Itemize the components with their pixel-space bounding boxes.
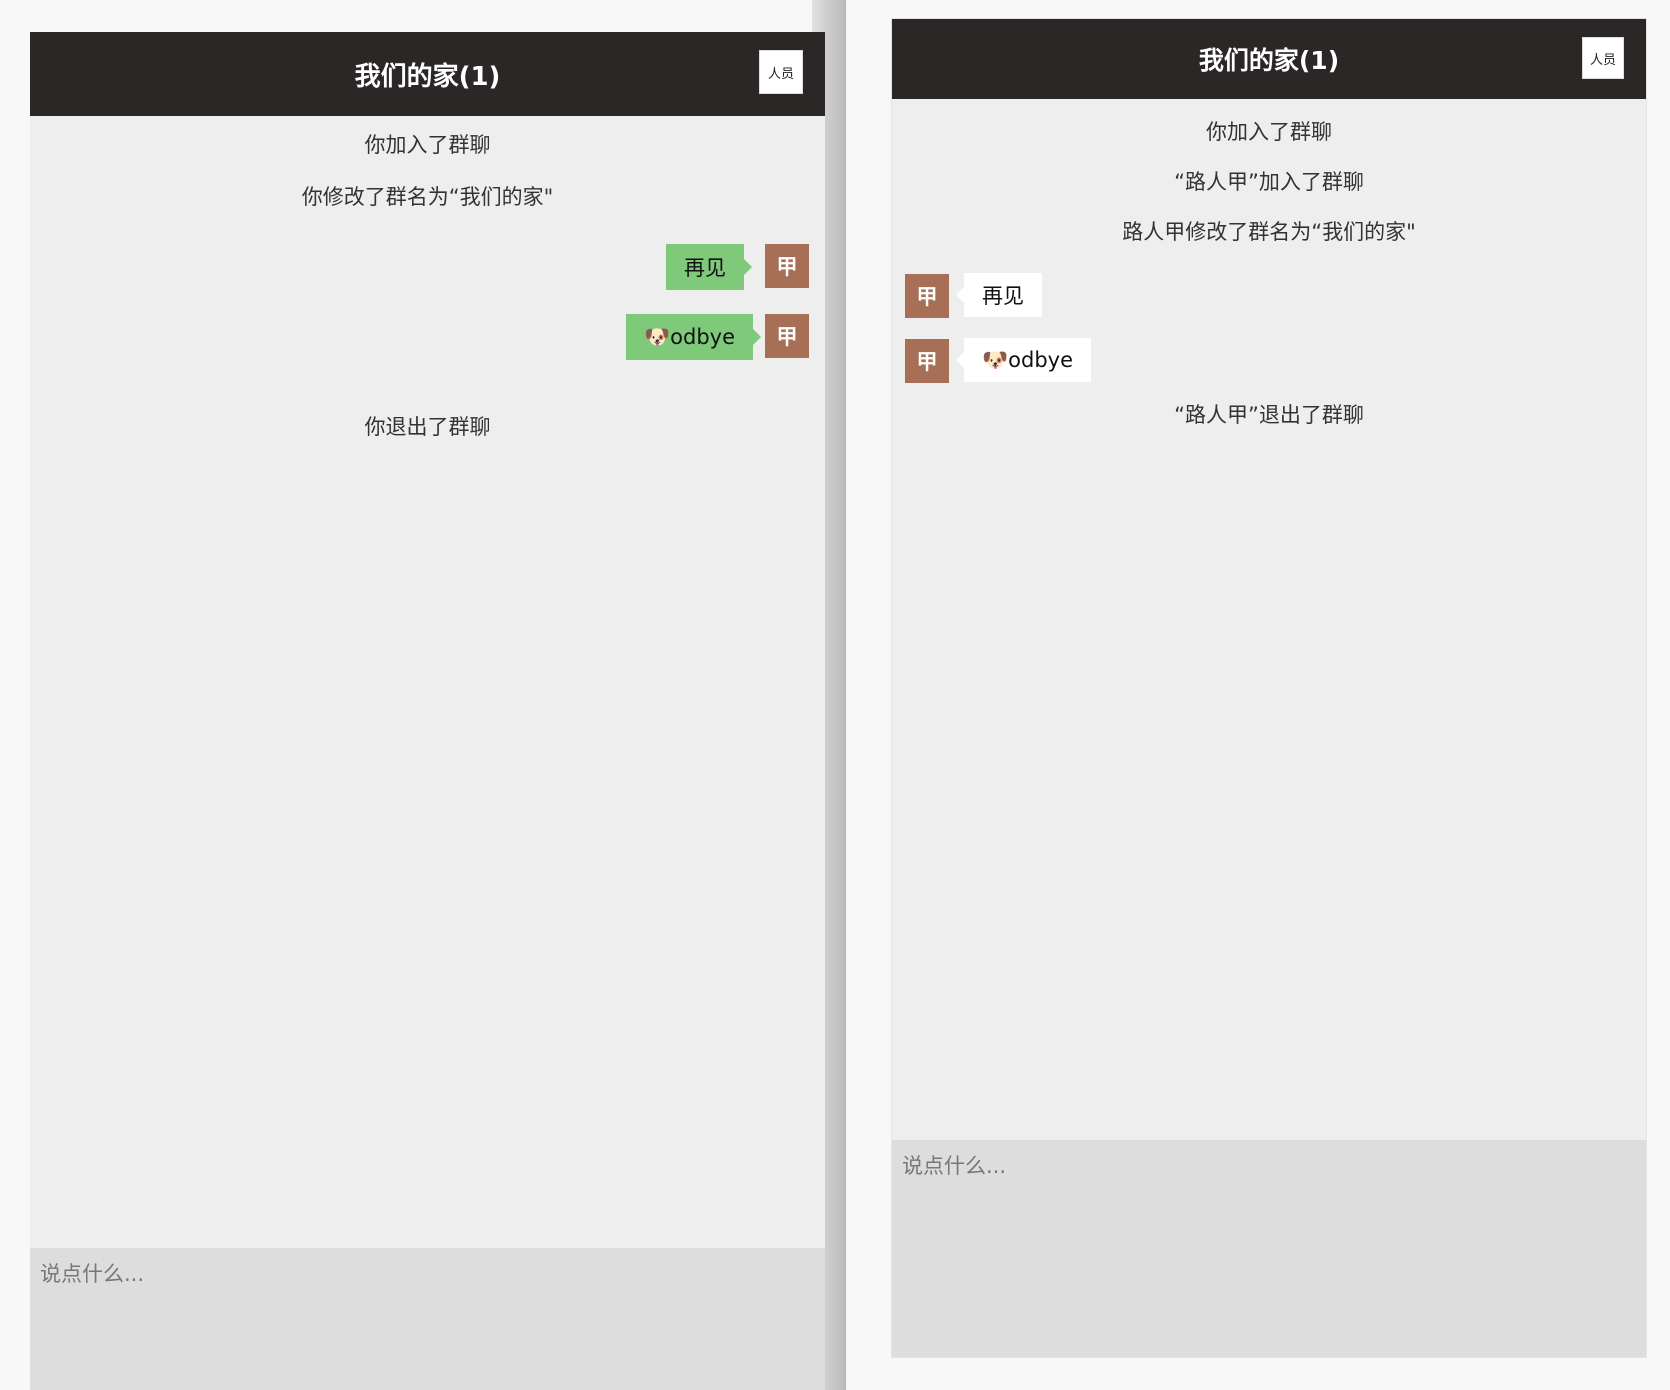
- chat-header: 我们的家(1) 人员: [30, 32, 825, 116]
- my-message-bubble: 🐶odbye: [626, 314, 762, 360]
- avatar[interactable]: 甲: [905, 274, 949, 318]
- chat-window-right: 我们的家(1) 人员 你加入了群聊 “路人甲”加入了群聊 路人甲修改了群名为“我…: [891, 18, 1647, 1358]
- window-divider: [844, 0, 846, 1390]
- members-button[interactable]: 人员: [759, 50, 803, 94]
- system-message: “路人甲”退出了群聊: [1174, 403, 1364, 427]
- other-message-bubble: 🐶odbye: [955, 338, 1092, 382]
- system-message: 你加入了群聊: [364, 133, 491, 157]
- other-message-bubble: 再见: [956, 273, 1042, 317]
- system-message: 你退出了群聊: [364, 415, 491, 439]
- chat-title: 我们的家(1): [354, 61, 501, 92]
- chat-title: 我们的家(1): [1198, 46, 1340, 75]
- left-window: 我们的家(1) 人员 你加入了群聊 你修改了群名为“我们的家" 再见 甲 🐶od…: [0, 0, 845, 1390]
- avatar[interactable]: 甲: [905, 339, 949, 383]
- system-message: 路人甲修改了群名为“我们的家": [1122, 220, 1416, 244]
- my-message-bubble: 再见: [666, 244, 752, 290]
- chat-header: 我们的家(1) 人员: [892, 19, 1646, 99]
- message-input[interactable]: [892, 1140, 1646, 1357]
- system-message: “路人甲”加入了群聊: [1174, 170, 1364, 194]
- message-input[interactable]: [30, 1248, 825, 1390]
- system-message: 你修改了群名为“我们的家": [301, 185, 554, 209]
- message-list: 你加入了群聊 “路人甲”加入了群聊 路人甲修改了群名为“我们的家" 甲 再见 甲…: [892, 99, 1646, 1140]
- avatar[interactable]: 甲: [765, 314, 809, 358]
- screen: 我们的家(1) 人员 你加入了群聊 你修改了群名为“我们的家" 再见 甲 🐶od…: [0, 0, 1670, 1390]
- members-button[interactable]: 人员: [1582, 37, 1624, 79]
- system-message: 你加入了群聊: [1206, 120, 1332, 144]
- chat-window-left: 我们的家(1) 人员 你加入了群聊 你修改了群名为“我们的家" 再见 甲 🐶od…: [30, 32, 825, 1390]
- message-list: 你加入了群聊 你修改了群名为“我们的家" 再见 甲 🐶odbye 甲 你退出了群…: [30, 116, 825, 1248]
- avatar[interactable]: 甲: [765, 244, 809, 288]
